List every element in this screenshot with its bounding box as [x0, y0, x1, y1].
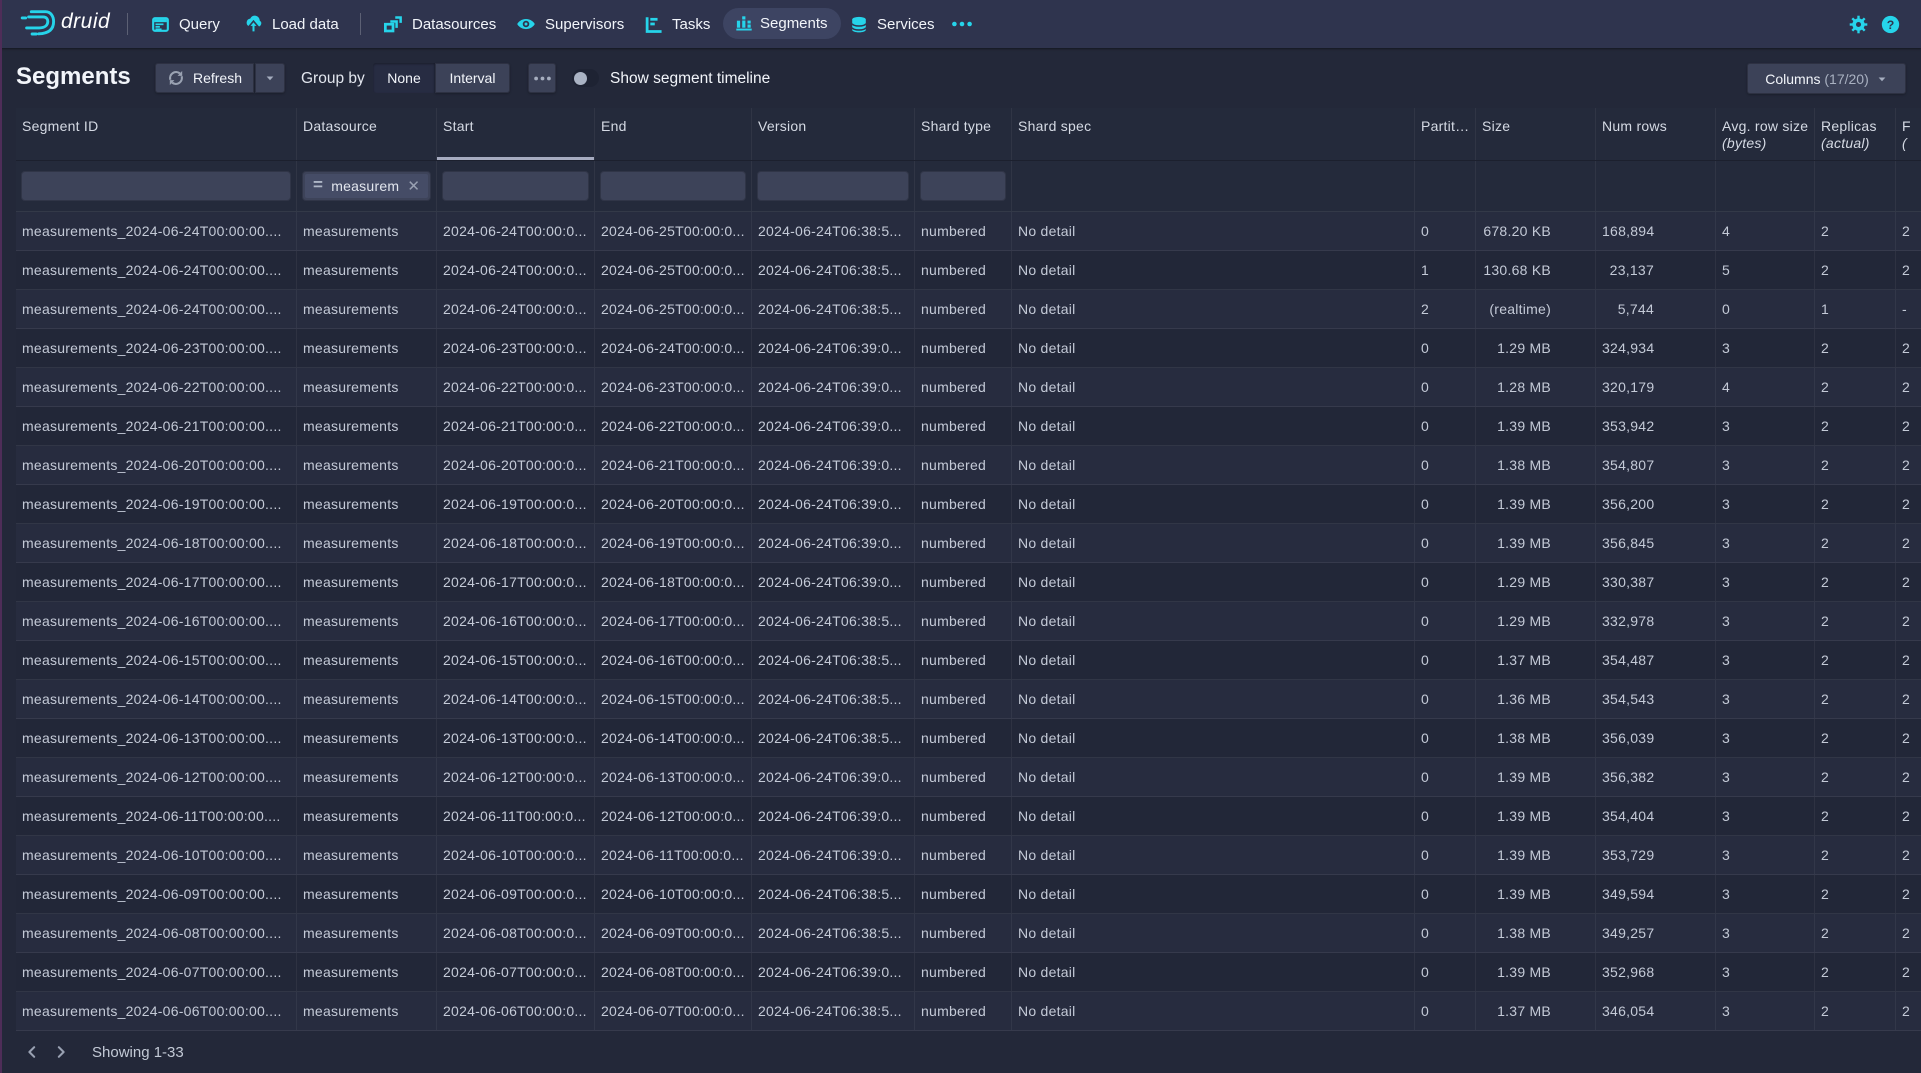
svg-text:?: ? — [1887, 17, 1895, 31]
